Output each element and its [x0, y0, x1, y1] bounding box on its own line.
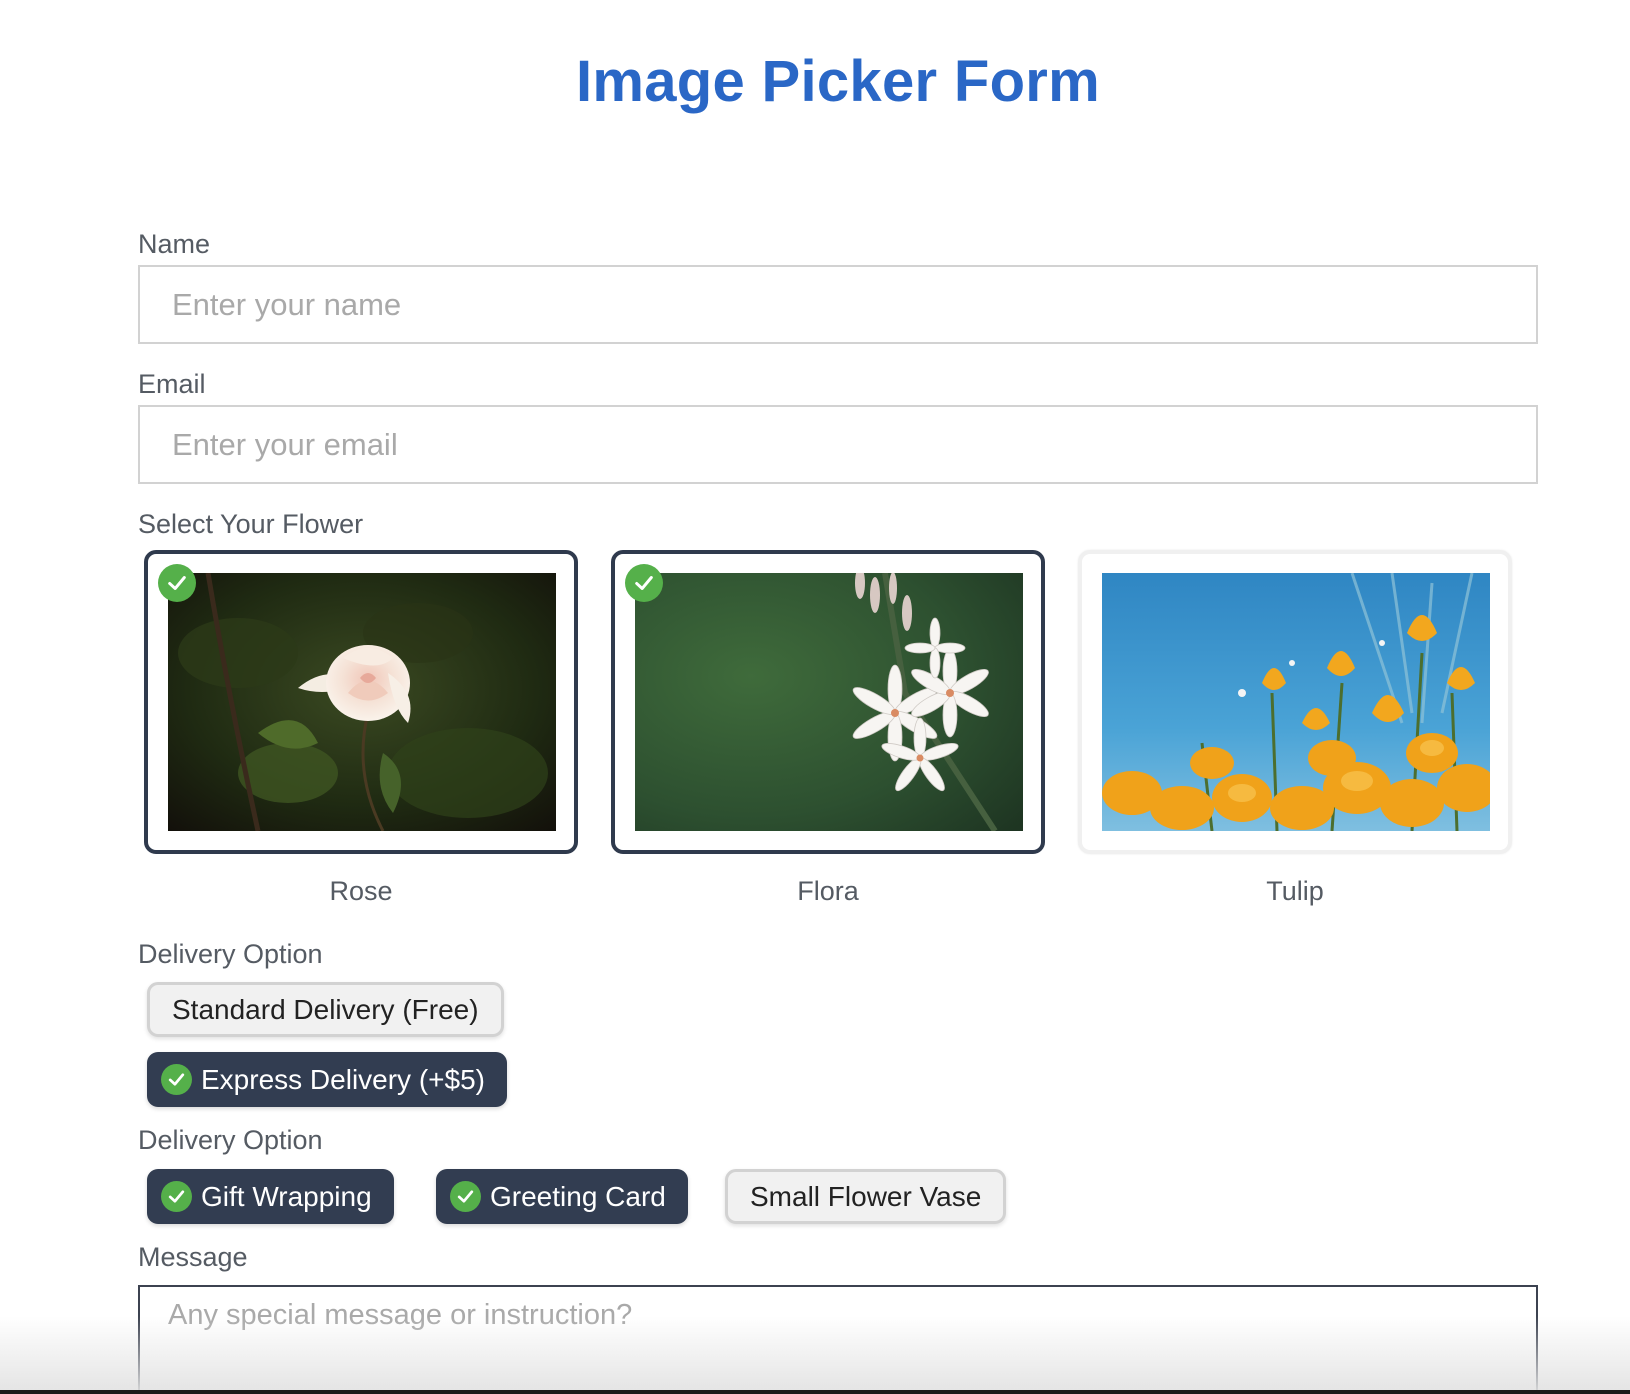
express-check-icon [161, 1064, 192, 1095]
express-delivery-option[interactable]: Express Delivery (+$5) [147, 1052, 507, 1107]
greeting-card-label: Greeting Card [490, 1180, 666, 1212]
image-picker-page: Image Picker Form Name Email Select Your… [0, 0, 1630, 1394]
flower-label: Select Your Flower [138, 509, 364, 539]
gift-wrapping-option[interactable]: Gift Wrapping [147, 1169, 394, 1224]
flower-option-rose[interactable] [144, 550, 578, 854]
name-label: Name [138, 229, 211, 259]
rose-image [168, 573, 556, 831]
rose-check-icon [158, 564, 196, 602]
gift-wrapping-label: Gift Wrapping [201, 1180, 372, 1212]
gift-wrapping-check-icon [161, 1181, 192, 1212]
flower-name-flora: Flora [797, 876, 859, 906]
greeting-card-check-icon [450, 1181, 481, 1212]
flower-option-flora[interactable] [611, 550, 1045, 854]
greeting-card-option[interactable]: Greeting Card [436, 1169, 688, 1224]
flower-option-tulip[interactable] [1078, 550, 1512, 854]
name-field[interactable] [138, 265, 1538, 344]
page-title: Image Picker Form [575, 49, 1101, 114]
email-label: Email [138, 369, 206, 399]
message-label: Message [138, 1242, 248, 1272]
delivery-label: Delivery Option [138, 939, 323, 969]
extras-label: Delivery Option [138, 1125, 323, 1155]
small-flower-vase-option[interactable]: Small Flower Vase [725, 1169, 1007, 1224]
flower-name-rose: Rose [329, 876, 393, 906]
email-field[interactable] [138, 405, 1538, 484]
tulip-image [1102, 573, 1490, 831]
message-field[interactable] [138, 1285, 1538, 1394]
standard-delivery-label: Standard Delivery (Free) [172, 993, 479, 1025]
flower-name-tulip: Tulip [1266, 876, 1324, 906]
small-flower-vase-label: Small Flower Vase [750, 1180, 982, 1212]
flora-image [635, 573, 1023, 831]
standard-delivery-option[interactable]: Standard Delivery (Free) [147, 982, 504, 1037]
bottom-edge [0, 1390, 1630, 1394]
express-delivery-label: Express Delivery (+$5) [201, 1063, 485, 1095]
flora-check-icon [625, 564, 663, 602]
